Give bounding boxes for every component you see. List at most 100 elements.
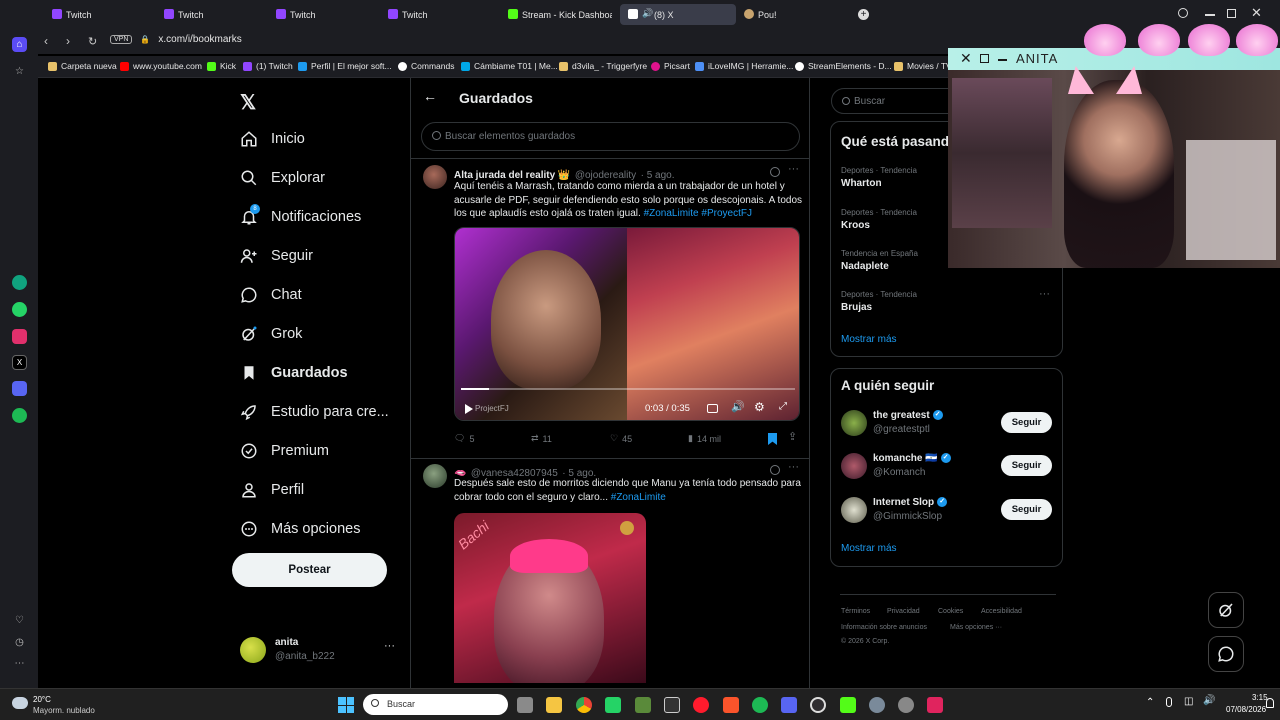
tweet[interactable]: 🫦 @vanesa42807945 · 5 ago. ··· Después s… bbox=[411, 459, 809, 688]
back-icon[interactable]: ‹ bbox=[44, 34, 48, 48]
footer-link[interactable]: Más opciones ··· bbox=[950, 624, 1002, 631]
tweet-more-icon[interactable]: ··· bbox=[788, 461, 799, 473]
views-button[interactable]: ▮ 14 mil bbox=[688, 433, 721, 444]
account-more-icon[interactable]: ··· bbox=[384, 640, 395, 652]
tab-twitch-2[interactable]: Twitch bbox=[156, 4, 264, 25]
bookmark-item[interactable]: Perfil | El mejor soft... bbox=[298, 61, 392, 71]
history-icon[interactable]: ◷ bbox=[12, 635, 27, 650]
footer-link[interactable]: Privacidad bbox=[887, 608, 920, 615]
task-view-icon[interactable] bbox=[517, 697, 533, 713]
bookmarks-search-input[interactable]: Buscar elementos guardados bbox=[421, 122, 800, 151]
tab-x[interactable]: 🔊 (8) X bbox=[620, 4, 736, 25]
bookmark-filled-icon[interactable] bbox=[768, 433, 777, 445]
lock-icon[interactable]: 🔒 bbox=[140, 35, 150, 44]
x-logo-icon[interactable]: 𝕏 bbox=[240, 90, 256, 115]
kick-icon[interactable] bbox=[840, 697, 856, 713]
minimize-icon[interactable] bbox=[1205, 14, 1215, 16]
tab-twitch-3[interactable]: Twitch bbox=[268, 4, 376, 25]
trend-more-icon[interactable]: ··· bbox=[1039, 288, 1050, 300]
tray-chevron-icon[interactable]: ⌃ bbox=[1146, 697, 1154, 708]
maximize-icon[interactable] bbox=[1227, 9, 1236, 18]
grok-float-button[interactable] bbox=[1208, 592, 1244, 628]
captions-icon[interactable] bbox=[707, 404, 718, 413]
clock-date[interactable]: 07/08/2026 bbox=[1226, 705, 1266, 714]
chatgpt-icon[interactable] bbox=[12, 275, 27, 290]
bookmark-item[interactable]: StreamElements - D... bbox=[795, 61, 892, 71]
opera-icon[interactable] bbox=[693, 697, 709, 713]
tweet[interactable]: Alta jurada del reality 👑 @ojodereality … bbox=[411, 159, 809, 459]
home-speed-dial-icon[interactable]: ⌂ bbox=[12, 37, 27, 52]
spotify-icon[interactable] bbox=[12, 408, 27, 423]
reload-icon[interactable]: ↻ bbox=[88, 35, 97, 48]
brave-icon[interactable] bbox=[723, 697, 739, 713]
follow-suggestion[interactable]: Internet Slop ✓ @GimmickSlop Seguir bbox=[831, 493, 1062, 533]
close-window-icon[interactable]: ✕ bbox=[1251, 5, 1262, 21]
trend-item[interactable]: Deportes · Tendencia Brujas ··· bbox=[831, 284, 1062, 324]
bookmark-item[interactable]: (1) Twitch bbox=[243, 61, 293, 71]
reply-button[interactable]: 🗨 5 bbox=[454, 433, 474, 444]
volume-icon[interactable]: 🔊 bbox=[731, 400, 745, 413]
whatsapp-icon[interactable] bbox=[12, 302, 27, 317]
bookmark-item[interactable]: Movies / TV bbox=[894, 61, 952, 71]
start-button[interactable] bbox=[338, 697, 354, 713]
discord-icon[interactable] bbox=[12, 381, 27, 396]
tweet-more-icon[interactable]: ··· bbox=[788, 163, 799, 175]
avatar[interactable] bbox=[423, 165, 447, 189]
follow-button[interactable]: Seguir bbox=[1001, 455, 1052, 476]
tab-search-icon[interactable] bbox=[1178, 8, 1188, 18]
follow-suggestion[interactable]: the greatest ✓ @greatestptl Seguir bbox=[831, 406, 1062, 446]
file-explorer-icon[interactable] bbox=[546, 697, 562, 713]
epic-games-icon[interactable] bbox=[664, 697, 680, 713]
obs-icon[interactable] bbox=[810, 697, 826, 713]
taskbar-search[interactable]: Buscar bbox=[363, 694, 508, 715]
network-icon[interactable]: ◫ bbox=[1184, 696, 1193, 707]
tweet-hashtags[interactable]: #ZonaLimite bbox=[611, 492, 666, 503]
tweet-image[interactable]: Bachi bbox=[454, 513, 646, 683]
back-arrow-icon[interactable]: ← bbox=[423, 88, 437, 104]
notification-bell-icon[interactable] bbox=[1266, 698, 1274, 708]
streamer-app-icon[interactable] bbox=[898, 697, 914, 713]
spotify-icon[interactable] bbox=[752, 697, 768, 713]
pinboard-icon[interactable]: ☆ bbox=[12, 64, 27, 79]
bookmark-item[interactable]: d3vila_ - Triggerfyre bbox=[559, 61, 647, 71]
bookmark-item[interactable]: iLoveIMG | Herramie... bbox=[695, 61, 793, 71]
show-more-link[interactable]: Mostrar más bbox=[841, 543, 897, 554]
chrome-icon[interactable] bbox=[576, 697, 592, 713]
settings-icon[interactable]: ⚙ bbox=[754, 400, 765, 414]
settings-icon[interactable] bbox=[869, 697, 885, 713]
whatsapp-icon[interactable] bbox=[605, 697, 621, 713]
tiktok-icon[interactable] bbox=[927, 697, 943, 713]
tab-twitch-4[interactable]: Twitch bbox=[380, 4, 488, 25]
footer-link[interactable]: Cookies bbox=[938, 608, 963, 615]
forward-icon[interactable]: › bbox=[66, 34, 70, 48]
x-app-icon[interactable]: X bbox=[12, 355, 27, 370]
tweet-hashtags[interactable]: #ZonaLimite #ProyectFJ bbox=[644, 208, 752, 219]
instagram-icon[interactable] bbox=[12, 329, 27, 344]
messages-float-button[interactable] bbox=[1208, 636, 1244, 672]
share-icon[interactable]: ⇪ bbox=[788, 430, 797, 443]
tweet-video[interactable]: ProjectFJ 0:03 / 0:35 🔊 ⚙ ⤢ bbox=[454, 227, 800, 421]
volume-tray-icon[interactable]: 🔊 bbox=[1203, 695, 1215, 706]
discord-icon[interactable] bbox=[781, 697, 797, 713]
account-switcher[interactable]: anita @anita_b222 ··· bbox=[238, 635, 400, 665]
video-progress-track[interactable] bbox=[461, 388, 795, 390]
grok-analyze-icon[interactable] bbox=[770, 167, 780, 177]
bookmark-item[interactable]: Cámbiame T01 | Me... bbox=[461, 61, 558, 71]
new-tab-button[interactable]: + bbox=[858, 9, 869, 20]
footer-link[interactable]: Información sobre anuncios bbox=[841, 624, 927, 631]
bookmark-item[interactable]: www.youtube.com bbox=[120, 61, 202, 71]
tab-twitch-1[interactable]: Twitch bbox=[44, 4, 152, 25]
footer-link[interactable]: Accesibilidad bbox=[981, 608, 1022, 615]
minecraft-icon[interactable] bbox=[635, 697, 651, 713]
url-text[interactable]: x.com/i/bookmarks bbox=[158, 34, 241, 45]
fullscreen-icon[interactable]: ⤢ bbox=[779, 401, 787, 412]
url-field[interactable]: VPN 🔒 x.com/i/bookmarks bbox=[110, 34, 242, 45]
footer-link[interactable]: Términos bbox=[841, 608, 870, 615]
microphone-icon[interactable] bbox=[1166, 697, 1172, 707]
like-button[interactable]: ♡ 45 bbox=[610, 433, 632, 444]
tab-pou[interactable]: Pou! bbox=[736, 4, 848, 25]
follow-button[interactable]: Seguir bbox=[1001, 499, 1052, 520]
bookmark-item[interactable]: Carpeta nueva bbox=[48, 61, 117, 71]
post-button[interactable]: Postear bbox=[232, 553, 387, 587]
heart-icon[interactable]: ♡ bbox=[12, 613, 27, 628]
